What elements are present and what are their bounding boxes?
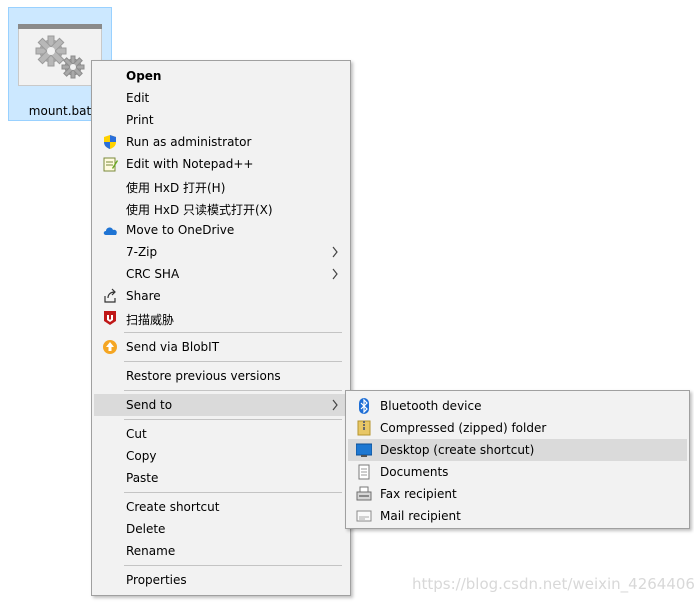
bluetooth-icon: [359, 398, 369, 414]
menu-item-edit[interactable]: Edit: [94, 87, 348, 109]
uac-shield-icon: [104, 135, 116, 149]
zip-folder-icon: [357, 420, 371, 436]
chevron-right-icon: [332, 399, 338, 411]
chevron-right-icon: [332, 246, 338, 258]
send-to-submenu: Bluetooth device Compressed (zipped) fol…: [345, 390, 690, 529]
menu-item-hxd-open[interactable]: 使用 HxD 打开(H): [94, 175, 348, 197]
menu-item-restore-previous-versions[interactable]: Restore previous versions: [94, 365, 348, 387]
send-to-compressed-folder[interactable]: Compressed (zipped) folder: [348, 417, 687, 439]
menu-item-delete[interactable]: Delete: [94, 518, 348, 540]
menu-separator: [124, 361, 342, 362]
menu-item-hxd-readonly[interactable]: 使用 HxD 只读模式打开(X): [94, 197, 348, 219]
menu-item-share[interactable]: Share: [94, 285, 348, 307]
mcafee-icon: [104, 311, 116, 325]
menu-item-open[interactable]: Open: [94, 65, 348, 87]
share-icon: [104, 288, 116, 303]
fax-icon: [356, 486, 372, 501]
chevron-right-icon: [332, 268, 338, 280]
context-menu: Open Edit Print Run as administrator Edi…: [91, 60, 351, 596]
mail-icon: [356, 510, 372, 522]
menu-item-7zip[interactable]: 7-Zip: [94, 241, 348, 263]
menu-item-scan-threats[interactable]: 扫描威胁: [94, 307, 348, 329]
menu-separator: [124, 492, 342, 493]
menu-item-send-to[interactable]: Send to: [94, 394, 348, 416]
menu-item-crc-sha[interactable]: CRC SHA: [94, 263, 348, 285]
blobit-icon: [103, 340, 117, 354]
menu-separator: [124, 332, 342, 333]
send-to-mail-recipient[interactable]: Mail recipient: [348, 505, 687, 527]
gears-icon: [18, 24, 102, 86]
send-to-bluetooth[interactable]: Bluetooth device: [348, 395, 687, 417]
menu-item-cut[interactable]: Cut: [94, 423, 348, 445]
menu-separator: [124, 390, 342, 391]
menu-item-edit-notepadpp[interactable]: Edit with Notepad++: [94, 153, 348, 175]
menu-item-print[interactable]: Print: [94, 109, 348, 131]
menu-item-properties[interactable]: Properties: [94, 569, 348, 591]
desktop-icon: [356, 443, 372, 457]
watermark-text: https://blog.csdn.net/weixin_42644062: [412, 575, 694, 593]
send-to-desktop[interactable]: Desktop (create shortcut): [348, 439, 687, 461]
menu-item-create-shortcut[interactable]: Create shortcut: [94, 496, 348, 518]
send-to-fax-recipient[interactable]: Fax recipient: [348, 483, 687, 505]
menu-item-paste[interactable]: Paste: [94, 467, 348, 489]
menu-item-copy[interactable]: Copy: [94, 445, 348, 467]
menu-item-run-as-admin[interactable]: Run as administrator: [94, 131, 348, 153]
menu-separator: [124, 419, 342, 420]
onedrive-cloud-icon: [103, 227, 117, 235]
menu-item-send-via-blobit[interactable]: Send via BlobIT: [94, 336, 348, 358]
documents-icon: [358, 464, 370, 480]
menu-item-move-to-onedrive[interactable]: Move to OneDrive: [94, 219, 348, 241]
menu-separator: [124, 565, 342, 566]
send-to-documents[interactable]: Documents: [348, 461, 687, 483]
menu-item-rename[interactable]: Rename: [94, 540, 348, 562]
notepadpp-icon: [103, 157, 118, 172]
